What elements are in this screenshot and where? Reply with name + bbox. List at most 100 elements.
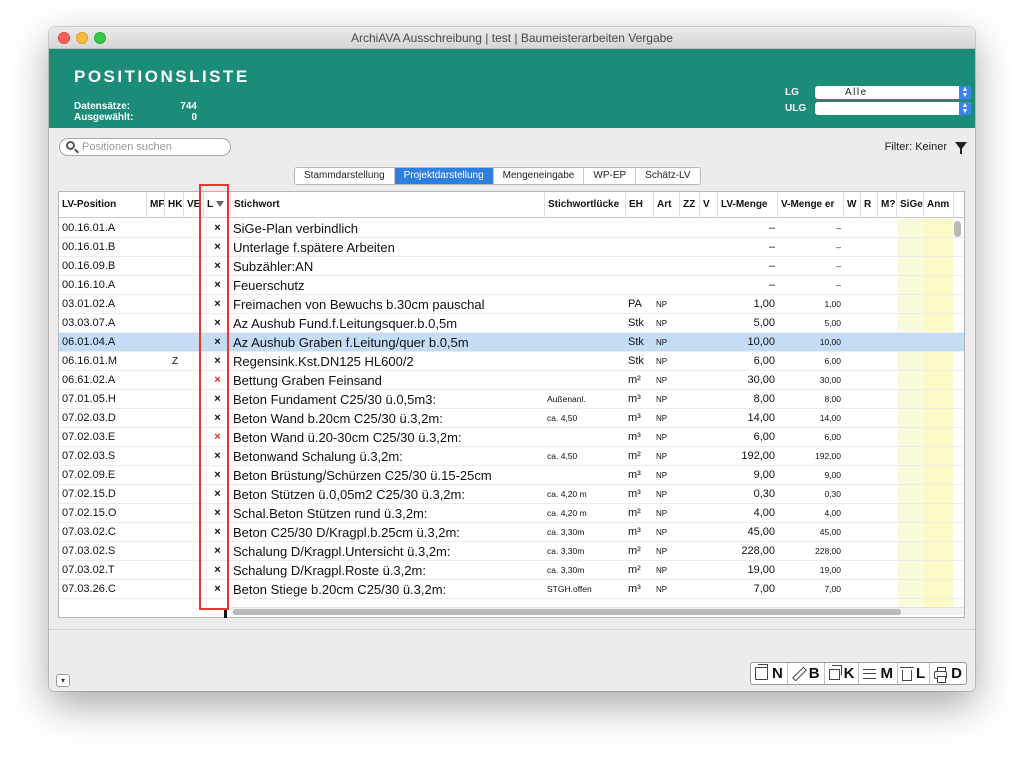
col-header-mf[interactable]: MF <box>147 192 165 218</box>
col-header-hk[interactable]: HK <box>165 192 184 218</box>
cell-hk <box>166 238 184 257</box>
table-row[interactable]: 07.03.02.S × Schalung D/Kragpl.Untersicht … <box>59 542 964 561</box>
col-header-m[interactable]: M? <box>878 192 897 218</box>
tab-wp-ep[interactable]: WP-EP <box>584 168 637 184</box>
filter-icon[interactable] <box>955 142 967 154</box>
col-header-v-menge[interactable]: V-Menge er <box>778 192 844 218</box>
col-header-lv-menge[interactable]: LV-Menge <box>718 192 778 218</box>
search-input[interactable]: Positionen suchen <box>59 138 231 156</box>
table-row[interactable]: 06.01.04.A × Az Aushub Graben f.Leitung/qu… <box>59 333 964 352</box>
col-header-w[interactable]: W <box>844 192 861 218</box>
copy-button[interactable]: K <box>825 663 860 684</box>
col-header-v[interactable]: V <box>700 192 718 218</box>
cell-stichwort: Beton Stiege b.20cm C25/30 ü.3,2m: <box>233 582 447 597</box>
menu-button[interactable]: M <box>859 663 898 684</box>
cell-art: NP <box>656 566 668 575</box>
table-row[interactable]: 00.16.01.B × Unterlage f.spätere Arbeiten –… <box>59 238 964 257</box>
edit-button[interactable]: B <box>788 663 825 684</box>
table-row[interactable]: 07.01.05.H × Beton Fundament C25/30 ü.0,5m… <box>59 390 964 409</box>
cell-ve <box>185 485 204 504</box>
footer-bar: ▾ N B K M L D <box>49 629 975 691</box>
col-header-eh[interactable]: EH <box>626 192 654 218</box>
cell-l: × <box>214 374 221 386</box>
table-row[interactable]: 07.03.02.C × Beton C25/30 D/Kragpl.b.25cm … <box>59 523 964 542</box>
cell-art: NP <box>656 452 668 461</box>
lg-select[interactable]: Alle ▲ ▼ <box>815 86 971 99</box>
positions-table: LV-Position MF HK VE L Stichwort Stichwo… <box>58 191 965 618</box>
print-button[interactable]: D <box>930 663 966 684</box>
cell-l: × <box>214 507 221 519</box>
ulg-select[interactable]: ▲ ▼ <box>815 102 971 115</box>
table-row[interactable]: 06.61.02.A × Bettung Graben Feinsand m² NP 30… <box>59 371 964 390</box>
table-row[interactable]: 00.16.01.A × SiGe-Plan verbindlich – – <box>59 219 964 238</box>
cell-l: × <box>214 355 221 367</box>
cell-lv-position: 07.02.15.O <box>62 507 117 519</box>
chevron-down-icon[interactable]: ▾ <box>56 674 70 687</box>
cell-ve <box>185 580 204 599</box>
table-row[interactable]: 03.03.07.A × Az Aushub Fund.f.Leitungsquer… <box>59 314 964 333</box>
cell-stichwortluecke <box>547 333 625 352</box>
table-row[interactable]: 07.02.03.D × Beton Wand b.20cm C25/30 ü.3,… <box>59 409 964 428</box>
cell-l: × <box>214 260 221 272</box>
table-row[interactable]: 00.16.10.A × Feuerschutz – – <box>59 276 964 295</box>
cell-lv-position: 07.02.03.D <box>62 412 116 424</box>
col-header-sige[interactable]: SiGe <box>897 192 924 218</box>
cell-eh: m² <box>628 545 641 557</box>
table-row[interactable]: 07.02.15.D × Beton Stützen ü.0,05m2 C25/30… <box>59 485 964 504</box>
delete-button[interactable]: L <box>898 663 931 684</box>
cell-stichwortluecke <box>547 371 625 390</box>
cell-l: × <box>214 488 221 500</box>
cell-hk <box>166 466 184 485</box>
filter-label[interactable]: Filter: Keiner <box>885 141 947 153</box>
cell-art: NP <box>656 357 668 366</box>
col-header-art[interactable]: Art <box>654 192 680 218</box>
vertical-scrollbar[interactable] <box>954 221 961 237</box>
tab-stammdarstellung[interactable]: Stammdarstellung <box>295 168 395 184</box>
updown-arrow-icon: ▲ ▼ <box>959 102 971 115</box>
cell-mf <box>150 314 165 333</box>
col-header-ve[interactable]: VE <box>184 192 204 218</box>
col-header-anm[interactable]: Anm <box>924 192 954 218</box>
horizontal-scrollbar[interactable] <box>233 609 901 615</box>
cell-stichwort: Regensink.Kst.DN125 HL600/2 <box>233 354 414 369</box>
col-header-stichwortluecke[interactable]: Stichwortlücke <box>545 192 626 218</box>
cell-hk <box>166 485 184 504</box>
col-header-zz[interactable]: ZZ <box>680 192 700 218</box>
table-row[interactable]: 06.16.01.M Z × Regensink.Kst.DN125 HL600/2 S… <box>59 352 964 371</box>
cell-l: × <box>214 583 221 595</box>
table-row[interactable]: 07.03.02.T × Schalung D/Kragpl.Roste ü.3,2… <box>59 561 964 580</box>
cell-v-menge: 9,00 <box>824 470 841 480</box>
cell-v-menge: 0,30 <box>824 489 841 499</box>
table-row[interactable]: 07.03.26.C × Beton Stiege b.20cm C25/30 ü.… <box>59 580 964 599</box>
tab-mengeneingabe[interactable]: Mengeneingabe <box>494 168 585 184</box>
cell-lv-position: 06.61.02.A <box>62 374 116 386</box>
tab-projektdarstellung[interactable]: Projektdarstellung <box>394 168 494 184</box>
new-button[interactable]: N <box>751 663 788 684</box>
cell-mf <box>150 447 165 466</box>
cell-lv-menge: – <box>768 260 775 272</box>
table-row[interactable]: 07.02.03.E × Beton Wand ü.20-30cm C25/30 ü… <box>59 428 964 447</box>
copy-icon <box>828 665 842 680</box>
cell-v-menge: 10,00 <box>819 337 841 347</box>
cell-lv-position: 07.02.15.D <box>62 488 116 500</box>
cell-stichwort: Schalung D/Kragpl.Untersicht ü.3,2m: <box>233 544 451 559</box>
col-header-lv-position[interactable]: LV-Position <box>59 192 147 218</box>
table-row[interactable]: 07.02.03.S × Betonwand Schalung ü.3,2m: ca.… <box>59 447 964 466</box>
updown-arrow-icon: ▲ ▼ <box>959 86 971 99</box>
col-header-l[interactable]: L <box>204 192 231 218</box>
table-row[interactable]: 07.02.15.O × Schal.Beton Stützen rund ü.3,… <box>59 504 964 523</box>
tab-schaetz-lv[interactable]: Schätz-LV <box>636 168 699 184</box>
cell-lv-position: 06.16.01.M <box>62 355 118 367</box>
table-row[interactable]: 03.01.02.A × Freimachen von Bewuchs b.30cm… <box>59 295 964 314</box>
col-header-r[interactable]: R <box>861 192 878 218</box>
cell-stichwortluecke: ca. 3,30m <box>547 565 585 575</box>
cell-lv-menge: 6,00 <box>753 355 775 367</box>
cell-mf <box>150 542 165 561</box>
table-row[interactable]: 00.16.09.B × Subzähler:AN – – <box>59 257 964 276</box>
cell-v-menge: 8,00 <box>824 394 841 404</box>
cell-art: NP <box>656 300 668 309</box>
table-row[interactable]: 07.02.09.E × Beton Brüstung/Schürzen C25/3… <box>59 466 964 485</box>
search-icon <box>66 141 75 150</box>
col-header-stichwort[interactable]: Stichwort <box>231 192 545 218</box>
cell-stichwort: Az Aushub Fund.f.Leitungsquer.b.0,5m <box>233 316 458 331</box>
